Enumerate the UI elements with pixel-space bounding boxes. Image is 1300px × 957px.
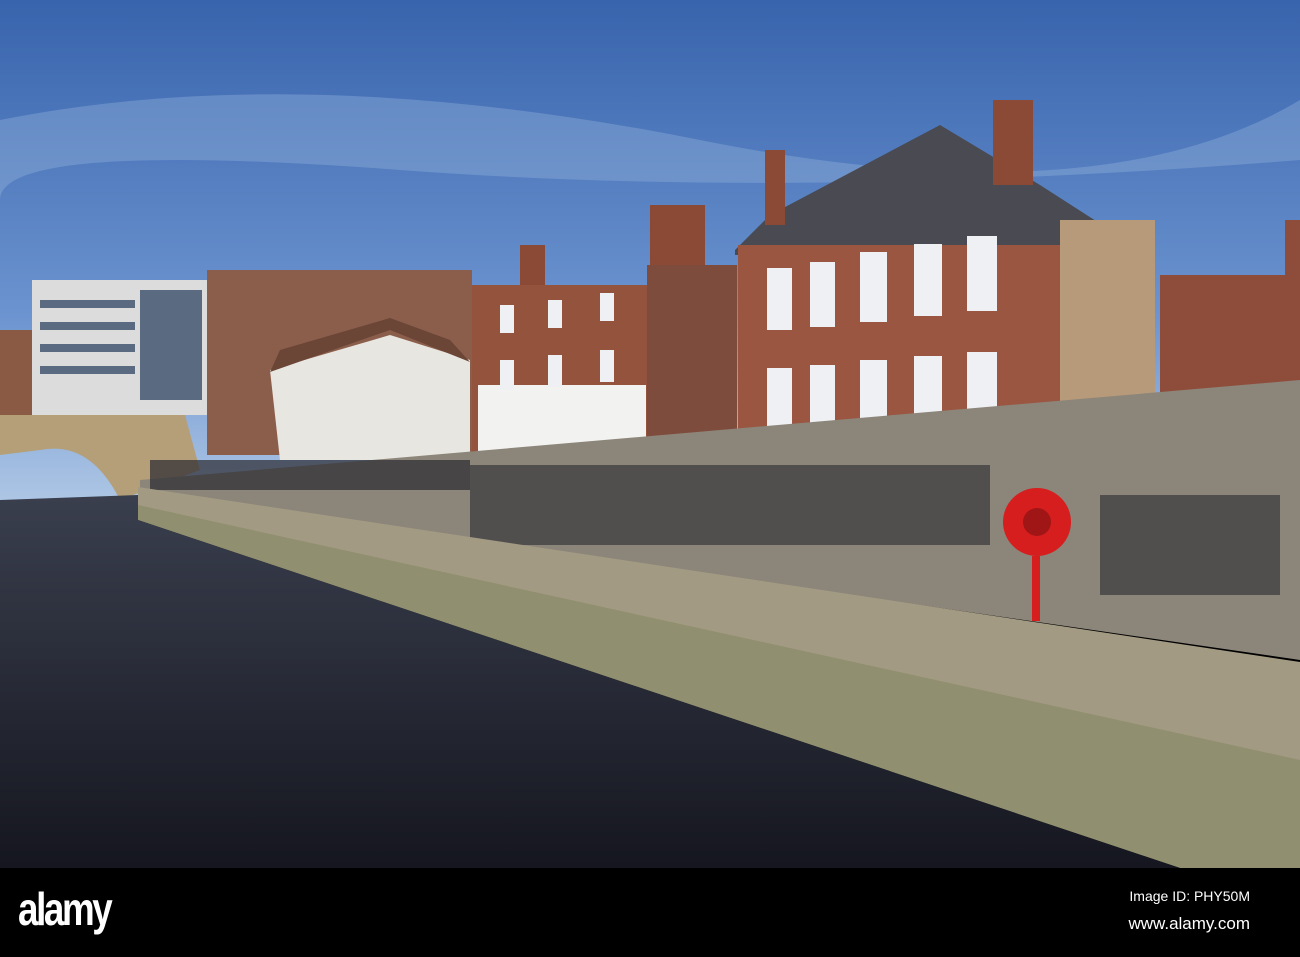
riverside-photo bbox=[0, 0, 1300, 868]
image-id: Image ID: PHY50M bbox=[1129, 888, 1250, 904]
alamy-logo: alamy bbox=[18, 883, 113, 935]
watermark-bar: alamy Image ID: PHY50M www.alamy.com bbox=[0, 868, 1300, 957]
website-url: www.alamy.com bbox=[1128, 914, 1250, 933]
stock-photo: alamy Image ID: PHY50M www.alamy.com bbox=[0, 0, 1300, 957]
